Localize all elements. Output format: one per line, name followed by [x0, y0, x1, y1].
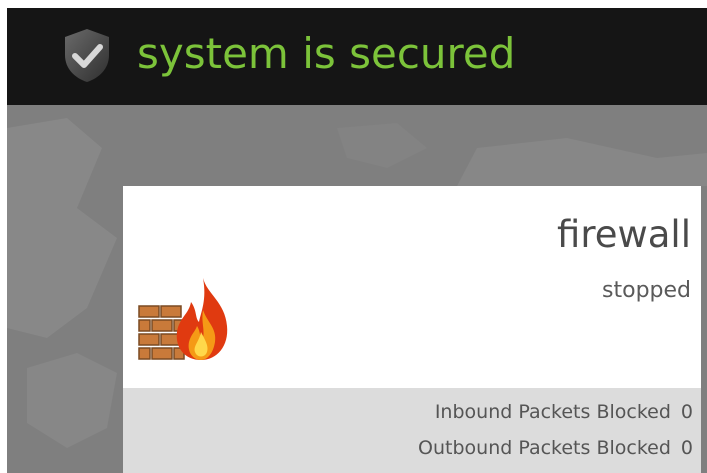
- stat-value: 0: [680, 437, 693, 459]
- card-title: firewall: [557, 213, 691, 256]
- packet-stats: Inbound Packets Blocked 0 Outbound Packet…: [123, 388, 701, 473]
- app-window: system is secured firewall stopped Inbou…: [7, 8, 707, 473]
- shield-check-icon: [65, 29, 109, 82]
- outbound-stat: Outbound Packets Blocked 0: [418, 436, 693, 460]
- firewall-state: stopped: [602, 278, 691, 303]
- stat-label: Inbound Packets Blocked: [434, 401, 671, 423]
- status-header: system is secured: [7, 8, 707, 105]
- stat-label: Outbound Packets Blocked: [418, 437, 671, 459]
- inbound-stat: Inbound Packets Blocked 0: [435, 400, 693, 424]
- firewall-icon: [138, 278, 228, 360]
- stat-value: 0: [680, 401, 693, 423]
- status-message: system is secured: [137, 29, 516, 78]
- firewall-card[interactable]: firewall stopped Inbound Packets Blocked…: [123, 186, 701, 473]
